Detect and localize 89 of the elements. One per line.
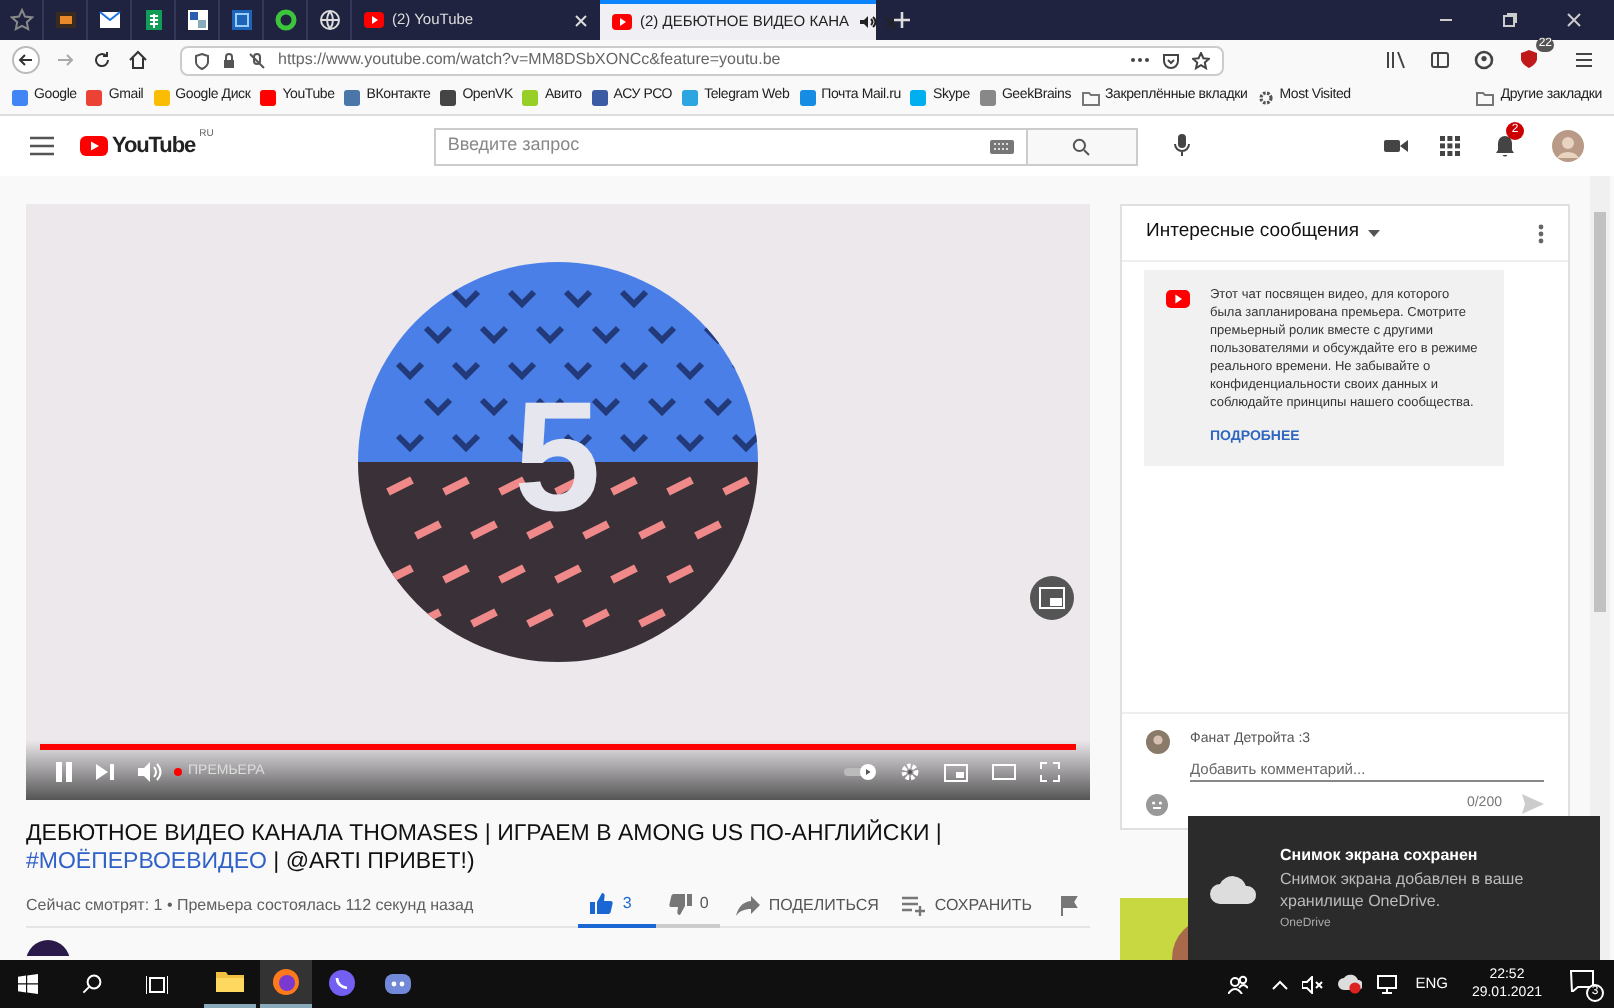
volume-icon[interactable] xyxy=(138,762,162,782)
avatar-icon[interactable] xyxy=(1552,130,1584,162)
toast-message: Снимок экрана добавлен в ваше хранилище OneDrive. xyxy=(1280,867,1526,911)
home-icon[interactable] xyxy=(128,50,148,70)
discord-icon[interactable] xyxy=(382,968,414,1000)
task-view-icon[interactable] xyxy=(146,975,168,993)
youtube-logo[interactable]: YouTube $^{RU}$ xyxy=(80,129,214,163)
playlist-add-icon xyxy=(902,895,927,915)
avatar-icon xyxy=(1146,730,1170,754)
cloud-icon xyxy=(1208,872,1260,904)
folder-icon xyxy=(1476,89,1495,105)
folder-icon[interactable] xyxy=(214,966,246,998)
toast-title: Снимок экрана сохранен xyxy=(1280,843,1480,867)
address-bar[interactable]: https://www.youtube.com/watch?v=MM8DSbXONCc&feature=youtu.be xyxy=(180,45,1224,75)
curved-arrow-icon xyxy=(736,895,761,915)
network-icon[interactable] xyxy=(1375,974,1398,994)
theater-mode-icon[interactable] xyxy=(992,764,1016,780)
account-icon[interactable] xyxy=(1474,50,1494,70)
viber-icon[interactable] xyxy=(326,968,358,1000)
square-icon[interactable] xyxy=(229,8,253,32)
thumbs-up-icon xyxy=(590,891,615,915)
plus-icon[interactable] xyxy=(892,10,912,30)
url-text: https://www.youtube.com/watch?v=MM8DSbXONCc&feature=youtu.be xyxy=(278,48,783,72)
chat-mode-dropdown[interactable]: Интересные сообщения xyxy=(1146,218,1381,248)
keyboard-icon[interactable] xyxy=(989,139,1014,153)
settings-icon[interactable] xyxy=(900,762,920,782)
report-button[interactable] xyxy=(1060,895,1078,915)
menu-icon[interactable] xyxy=(30,136,54,156)
video-camera-icon[interactable] xyxy=(1384,138,1408,154)
reload-icon[interactable] xyxy=(92,50,112,70)
close-icon[interactable] xyxy=(883,15,898,29)
thumbs-down-icon xyxy=(667,891,692,915)
hashtag-link[interactable]: #МОЁПЕРВОЕВИДЕО xyxy=(26,850,267,874)
bell-icon[interactable] xyxy=(1494,134,1516,158)
youtube-icon xyxy=(612,14,632,30)
youtube-icon xyxy=(364,12,384,28)
dislike-button[interactable]: 0 xyxy=(655,883,721,927)
more-icon[interactable] xyxy=(1130,56,1150,64)
star-icon xyxy=(9,8,33,32)
video-title: ДЕБЮТНОЕ ВИДЕО КАНАЛА THOMASES | ИГРАЕМ В AMONG US ПО-АНГЛИЙСКИ | #МОЁПЕРВОЕВИДЕО | @ARTI ПРИВЕТ!) xyxy=(26,820,944,876)
mail-icon[interactable] xyxy=(97,8,121,32)
volume-muted-icon[interactable] xyxy=(1301,975,1324,993)
video-meta: Сейчас смотрят: 1 • Премьера состоялась 112 секунд назад xyxy=(26,893,474,917)
action-center-icon[interactable] xyxy=(1570,970,1594,992)
firefox-icon[interactable] xyxy=(270,966,302,998)
grid-icon[interactable] xyxy=(185,8,209,32)
microphone-off-icon xyxy=(248,51,266,69)
people-icon[interactable] xyxy=(1227,974,1248,994)
menu-icon[interactable] xyxy=(1574,50,1594,70)
flag-icon xyxy=(1060,895,1078,915)
ring-icon[interactable] xyxy=(273,8,297,32)
miniplayer-icon[interactable] xyxy=(1030,576,1074,620)
microphone-icon[interactable] xyxy=(1173,134,1190,158)
shield-icon xyxy=(194,51,210,69)
next-icon[interactable] xyxy=(96,764,114,780)
play-logo-icon xyxy=(80,136,108,156)
more-vertical-icon[interactable] xyxy=(1538,223,1544,243)
search-box[interactable]: Введите запрос xyxy=(433,127,1028,165)
speaker-icon[interactable] xyxy=(857,14,876,30)
spreadsheet-icon[interactable] xyxy=(141,8,165,32)
star-icon[interactable] xyxy=(1192,51,1210,69)
restore-icon[interactable] xyxy=(1502,12,1518,28)
library-icon[interactable] xyxy=(1386,50,1406,70)
save-button[interactable]: СОХРАНИТЬ xyxy=(902,893,1032,917)
windows-logo-icon[interactable] xyxy=(18,974,38,994)
lock-icon xyxy=(222,51,236,69)
chevron-up-icon[interactable] xyxy=(1271,979,1288,989)
channel-avatar-icon[interactable] xyxy=(26,940,70,956)
onedrive-error-icon[interactable] xyxy=(1337,974,1362,994)
live-dot-icon xyxy=(174,768,182,776)
search-field[interactable]: Введите запрос xyxy=(447,132,990,160)
apps-grid-icon[interactable] xyxy=(1440,136,1460,156)
pocket-icon[interactable] xyxy=(1162,51,1180,69)
back-icon[interactable] xyxy=(12,46,40,74)
like-button[interactable]: 3 xyxy=(578,883,656,927)
app-icon[interactable] xyxy=(53,8,77,32)
share-button[interactable]: ПОДЕЛИТЬСЯ xyxy=(736,893,879,917)
shield-icon[interactable] xyxy=(1518,48,1540,70)
youtube-icon xyxy=(1166,290,1190,308)
emoji-icon[interactable] xyxy=(1146,793,1168,816)
pause-icon[interactable] xyxy=(56,762,72,782)
search-icon[interactable] xyxy=(82,974,102,994)
search-icon xyxy=(1072,137,1091,155)
miniplayer-icon[interactable] xyxy=(944,763,968,781)
fullscreen-icon[interactable] xyxy=(1040,762,1060,782)
sidebar-icon[interactable] xyxy=(1430,50,1450,70)
caret-icon xyxy=(1368,229,1381,237)
autoplay-toggle-icon[interactable] xyxy=(844,764,876,780)
globe-icon[interactable] xyxy=(317,8,341,32)
